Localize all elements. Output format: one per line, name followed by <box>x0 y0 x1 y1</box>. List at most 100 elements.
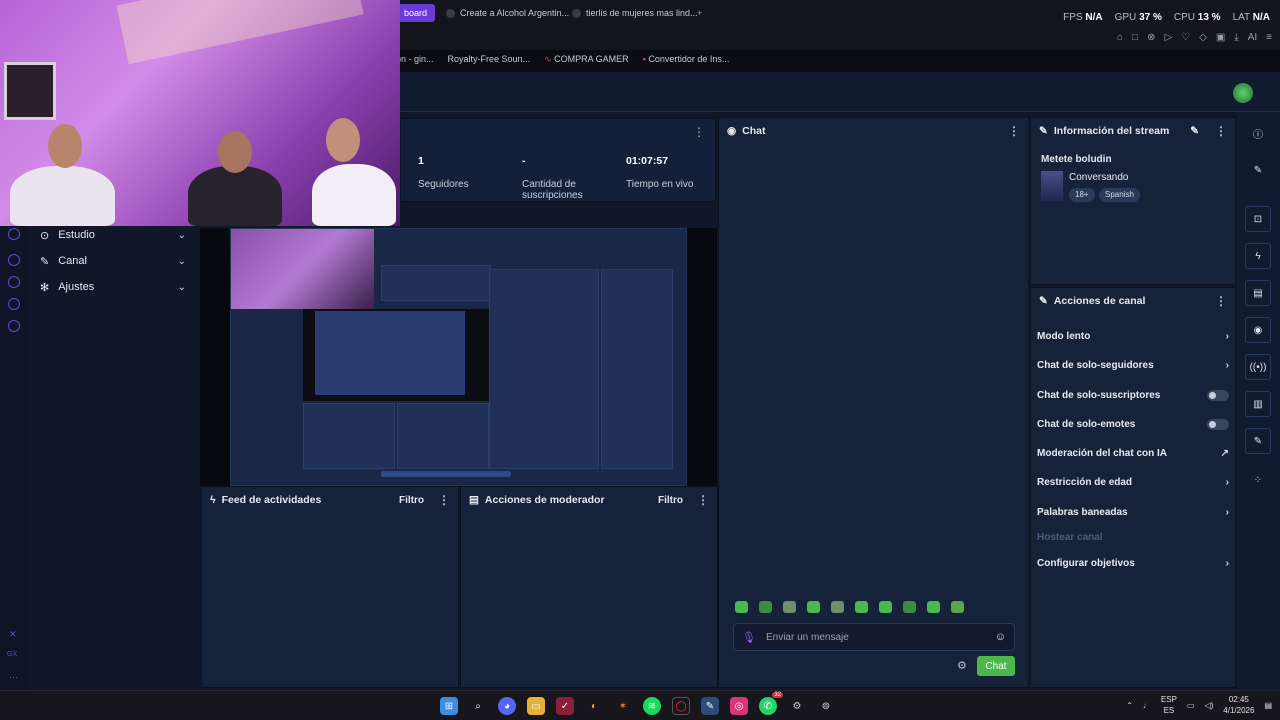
menu-icon[interactable]: ≡ <box>1266 32 1272 43</box>
bolt-icon[interactable]: ϟ <box>1245 243 1271 269</box>
play-icon[interactable]: ▷ <box>1164 32 1172 43</box>
clock[interactable]: 02:45 4/1/2026 <box>1223 694 1254 716</box>
action-slow-mode[interactable]: Modo lento › <box>1037 326 1229 346</box>
nested-video-inner <box>315 311 465 395</box>
filter-button[interactable]: Filtro <box>658 495 683 506</box>
kebab-menu-icon[interactable]: ⋮ <box>1215 124 1227 138</box>
bookmark-item[interactable]: ▪ Convertidor de Ins... <box>643 54 730 65</box>
rail-x-icon[interactable]: ✕ <box>9 629 17 640</box>
chevron-up-icon[interactable]: ⌃ <box>1126 701 1133 710</box>
nav-item-ajustes[interactable]: ✻ Ajustes ⌄ <box>28 274 198 300</box>
edit-icon[interactable]: ✎ <box>1190 125 1199 137</box>
search-icon[interactable]: ⌕ <box>469 697 487 715</box>
profile-icon[interactable]: ▣ <box>1216 32 1225 43</box>
volume-icon[interactable]: ◁) <box>1204 701 1213 710</box>
rail-settings-icon[interactable] <box>8 320 20 332</box>
rail-clock-icon[interactable] <box>8 276 20 288</box>
emote[interactable] <box>759 601 772 613</box>
bookmark-item[interactable]: ón - gin... <box>396 54 434 65</box>
kebab-menu-icon[interactable]: ⋮ <box>693 125 705 139</box>
emote[interactable] <box>927 601 940 613</box>
snapshot-icon[interactable]: □ <box>1132 32 1138 43</box>
app-icon[interactable]: ⊚ <box>817 697 835 715</box>
rail-home-icon[interactable] <box>8 228 20 240</box>
rail-browse-icon[interactable] <box>8 254 20 266</box>
emote[interactable] <box>903 601 916 613</box>
action-followers-only[interactable]: Chat de solo-seguidores › <box>1037 355 1229 375</box>
heart-icon[interactable]: ♡ <box>1181 32 1190 43</box>
app-icon[interactable]: ⚙ <box>788 697 806 715</box>
action-configure-goals[interactable]: Configurar objetivos › <box>1037 553 1229 573</box>
bookmark-logo-icon: ∿ <box>544 54 555 64</box>
emote[interactable] <box>807 601 820 613</box>
stat-live-time: 01:07:57 Tiempo en vivo <box>626 155 693 190</box>
rail-gx-icon[interactable]: GX <box>7 651 17 658</box>
app-icon[interactable]: ◐ <box>585 697 603 715</box>
language-indicator[interactable]: ESP ES <box>1161 694 1177 716</box>
action-ai-moderation[interactable]: Moderación del chat con IA ↗ <box>1037 443 1229 463</box>
microphone-icon[interactable]: 🎙 <box>742 631 756 644</box>
microphone-icon[interactable]: ♩ <box>1143 701 1151 710</box>
avatar[interactable] <box>1233 83 1253 103</box>
download-icon[interactable]: ⤓ <box>1234 32 1238 43</box>
chat-settings-icon[interactable]: ⚙ <box>957 659 967 672</box>
emoji-icon[interactable]: ☺ <box>995 631 1006 643</box>
emotes-only-toggle[interactable] <box>1207 418 1229 430</box>
emote[interactable] <box>831 601 844 613</box>
app-icon[interactable]: ✎ <box>701 697 719 715</box>
filter-button[interactable]: Filtro <box>399 495 424 506</box>
tab-alcohol[interactable]: Create a Alcohol Argentin... <box>446 4 569 22</box>
file-explorer-icon[interactable]: ▭ <box>527 697 545 715</box>
video-icon[interactable]: ▥ <box>1245 391 1271 417</box>
kebab-menu-icon[interactable]: ⋮ <box>1008 124 1020 138</box>
instagram-icon[interactable]: ◎ <box>730 697 748 715</box>
chat-bubble-icon[interactable]: ◉ <box>1245 317 1271 343</box>
wrench-icon[interactable]: ✎ <box>1245 428 1271 454</box>
info-icon[interactable]: ⓘ <box>1245 120 1271 146</box>
app-icon[interactable]: ✓ <box>556 697 574 715</box>
emote[interactable] <box>783 601 796 613</box>
new-tab-button[interactable]: + <box>697 4 702 22</box>
action-banned-words[interactable]: Palabras baneadas › <box>1037 502 1229 522</box>
nav-item-canal[interactable]: ✎ Canal ⌄ <box>28 248 198 274</box>
ai-button[interactable]: AI <box>1248 32 1257 43</box>
spotify-icon[interactable]: ≋ <box>643 697 661 715</box>
bookmark-item[interactable]: Royalty-Free Soun... <box>448 54 531 65</box>
emote[interactable] <box>879 601 892 613</box>
rail-tag-icon[interactable] <box>8 298 20 310</box>
whatsapp-icon[interactable]: ✆ 32 <box>759 692 783 715</box>
pencil-icon[interactable]: ✎ <box>1245 157 1271 183</box>
subscribers-only-toggle[interactable] <box>1207 389 1229 401</box>
shield-icon[interactable]: ⊗ <box>1147 32 1155 43</box>
opera-gx-icon[interactable]: ◯ <box>672 697 690 715</box>
rail-more-icon[interactable]: ⋯ <box>9 672 18 683</box>
tab-dashboard[interactable]: board <box>396 4 436 22</box>
emote[interactable] <box>855 601 868 613</box>
chat-message-input[interactable] <box>765 631 985 643</box>
nested-preview-screenshot <box>230 228 687 486</box>
stream-preview <box>200 228 717 486</box>
network-icon[interactable]: ▭ <box>1187 701 1195 710</box>
chat-send-button[interactable]: Chat <box>977 656 1015 676</box>
bookmark-icon[interactable]: ⌂ <box>1117 32 1123 43</box>
panel-header: ▤ Acciones de moderador Filtro ⋮ <box>461 487 717 513</box>
windows-start-icon[interactable]: ⊞ <box>440 697 458 715</box>
tab-tierlis[interactable]: tierlis de mujeres mas lind... <box>572 4 698 22</box>
emote[interactable] <box>951 601 964 613</box>
clipboard-icon[interactable]: ▤ <box>1245 280 1271 306</box>
emote[interactable] <box>735 601 748 613</box>
broadcast-icon[interactable]: ((•)) <box>1245 354 1271 380</box>
cube-icon[interactable]: ◇ <box>1199 32 1207 43</box>
kebab-menu-icon[interactable]: ⋮ <box>438 493 450 507</box>
kebab-menu-icon[interactable]: ⋮ <box>697 493 709 507</box>
fps-value: N/A <box>1085 12 1103 23</box>
kebab-menu-icon[interactable]: ⋮ <box>1215 294 1227 308</box>
bookmark-item[interactable]: ∿ COMPRA GAMER <box>544 54 629 65</box>
action-age-restriction[interactable]: Restricción de edad › <box>1037 472 1229 492</box>
discord-icon[interactable]: ◕ <box>498 697 516 715</box>
bookmark-label: Convertidor de Ins... <box>648 54 730 64</box>
notifications-icon[interactable]: ▤ <box>1264 701 1272 710</box>
apps-icon[interactable]: ⁘ <box>1245 467 1271 493</box>
focus-icon[interactable]: ⊡ <box>1245 206 1271 232</box>
app-icon[interactable]: ✶ <box>614 697 632 715</box>
